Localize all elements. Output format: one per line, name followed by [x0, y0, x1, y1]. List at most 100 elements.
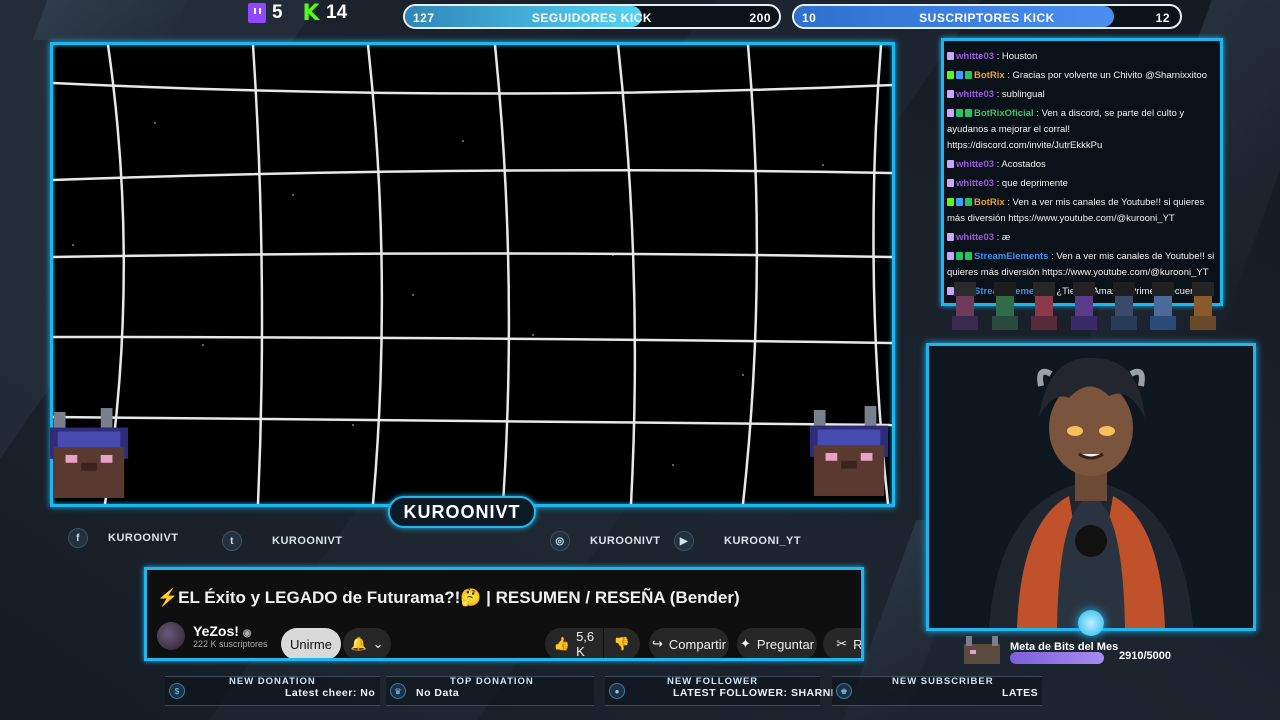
followers-goal-bar: 127 SEGUIDORES KICK 200: [403, 4, 781, 29]
social-handle: KUROONIVT: [590, 535, 661, 547]
subs-goal-target: 12: [1155, 11, 1170, 25]
chat-badge-icon: [947, 71, 954, 80]
bits-goal-value: 2910/5000: [1119, 650, 1171, 662]
chat-badge-icon: [965, 109, 972, 118]
chat-message: whitte03 : Acostados: [947, 157, 1217, 173]
social-youtube: ▶ KUROONI_YT: [674, 531, 801, 551]
chat-username[interactable]: whitte03: [956, 159, 994, 170]
channel-name[interactable]: YeZos! ◉: [193, 623, 268, 639]
new-subscriber-box: ♚ NEW SUBSCRIBER LATES: [832, 676, 1042, 706]
social-instagram: ◎ KUROONIVT: [550, 531, 661, 551]
chat-sprite-row: [945, 280, 1223, 330]
clip-button[interactable]: ✂ Re: [823, 628, 863, 658]
subs-goal-bar: 10 SUSCRIPTORES KICK 12: [792, 4, 1182, 29]
chevron-down-icon: ⌄: [372, 636, 384, 651]
chat-badge-icon: [947, 109, 954, 118]
kick-count: 14: [326, 2, 348, 23]
chat-badge-icon: [965, 198, 972, 207]
verified-icon: ◉: [242, 628, 252, 639]
new-follower-label: NEW FOLLOWER: [667, 676, 759, 687]
vtuber-avatar: [929, 346, 1253, 628]
chat-message: whitte03 : Houston: [947, 49, 1217, 65]
chat-badge-icon: [947, 198, 954, 207]
sprite-character: [1070, 282, 1097, 330]
streamer-name-badge: KUROONIVT: [388, 496, 536, 528]
chat-message: BotRix : Ven a ver mis canales de Youtub…: [947, 195, 1217, 227]
crown-icon: ♚: [836, 683, 852, 699]
subs-goal-label: SUSCRIPTORES KICK: [919, 11, 1055, 25]
chat-message: StreamElements : Ven a ver mis canales d…: [947, 249, 1217, 281]
chat-username[interactable]: whitte03: [956, 89, 994, 100]
bg-facet: [32, 0, 188, 40]
top-donation-label: TOP DONATION: [450, 676, 534, 687]
trophy-icon: ♛: [390, 683, 406, 699]
twitter-icon: t: [222, 531, 242, 551]
bell-icon: 🔔: [350, 636, 367, 651]
sparkle-icon: ✦: [740, 636, 751, 651]
sprite-character: [951, 282, 978, 330]
chat-username[interactable]: whitte03: [956, 232, 994, 243]
like-button[interactable]: 👍 5,6 K: [545, 628, 603, 659]
sprite-character: [991, 282, 1018, 330]
new-donation-value: Latest cheer: No: [285, 687, 376, 699]
sprite-character: [1190, 282, 1217, 330]
chat-text: : Houston: [994, 51, 1038, 62]
sprite-character: [1110, 282, 1137, 330]
social-handle: KUROONIVT: [272, 535, 343, 547]
chat-username[interactable]: BotRixOficial: [974, 108, 1034, 119]
chat-username[interactable]: whitte03: [956, 178, 994, 189]
pixel-mascot-right: [809, 406, 889, 496]
chat-username[interactable]: BotRix: [974, 197, 1005, 208]
chat-badge-icon: [947, 52, 954, 61]
chat-badge-icon: [956, 252, 963, 261]
facebook-icon: f: [68, 528, 88, 548]
sprite-character: [1031, 282, 1058, 330]
chat-badge-icon: [965, 252, 972, 261]
pixel-mascot-left: [49, 408, 129, 498]
join-button[interactable]: Unirme: [281, 628, 341, 658]
chat-message: BotRix : Gracias por volverte un Chivito…: [947, 68, 1217, 84]
dislike-button[interactable]: 👎: [604, 628, 640, 658]
notification-bell-button[interactable]: 🔔 ⌄: [343, 628, 391, 658]
social-handle: KUROONIVT: [108, 532, 179, 544]
chat-badge-icon: [947, 233, 954, 242]
thumbs-down-icon: 👎: [613, 636, 631, 651]
top-donation-box: ♛ TOP DONATION No Data: [386, 676, 594, 706]
channel-avatar[interactable]: [157, 622, 185, 650]
follower-icon: ●: [609, 683, 625, 699]
twitch-viewer-counter: 5: [248, 2, 283, 24]
followers-goal-target: 200: [749, 11, 771, 25]
clip-label: Re: [853, 636, 863, 652]
game-capture-frame: [50, 42, 895, 507]
followers-goal-label: SEGUIDORES KICK: [531, 11, 653, 25]
new-donation-label: NEW DONATION: [229, 676, 316, 687]
new-subscriber-label: NEW SUBSCRIBER: [892, 676, 994, 687]
like-count: 5,6 K: [576, 629, 595, 659]
bits-mascot-icon: [964, 636, 1000, 664]
chat-message: whitte03 : æ: [947, 230, 1217, 246]
instagram-icon: ◎: [550, 531, 570, 551]
chat-message: BotRixOficial : Ven a discord, se parte …: [947, 106, 1217, 154]
chat-badge-icon: [956, 198, 963, 207]
chat-username[interactable]: BotRix: [974, 70, 1005, 81]
chat-message-list: whitte03 : Houston BotRix : Gracias por v…: [947, 49, 1217, 303]
chat-panel: whitte03 : Houston BotRix : Gracias por v…: [941, 38, 1223, 306]
chat-text: : Gracias por volverte un Chivito @Sharn…: [1004, 70, 1207, 81]
new-donation-box: $ NEW DONATION Latest cheer: No: [165, 676, 380, 706]
social-facebook: f KUROONIVT: [68, 528, 179, 548]
top-donation-value: No Data: [416, 687, 460, 699]
vtuber-camera-frame: [926, 343, 1256, 631]
share-button[interactable]: ↪ Compartir: [649, 628, 729, 658]
chat-badge-icon: [947, 160, 954, 169]
ask-button[interactable]: ✦ Preguntar: [737, 628, 817, 658]
new-subscriber-value: LATES: [1002, 687, 1039, 699]
scissors-icon: ✂: [836, 636, 848, 651]
chat-username[interactable]: StreamElements: [974, 251, 1048, 262]
warped-grid-background: [53, 45, 892, 504]
chat-text: : sublingual: [994, 89, 1045, 100]
twitch-count: 5: [272, 2, 283, 23]
ask-label: Preguntar: [756, 636, 814, 652]
sprite-character: [1150, 282, 1177, 330]
chat-username[interactable]: whitte03: [956, 51, 994, 62]
video-title[interactable]: ⚡EL Éxito y LEGADO de Futurama?!🤔 | RESU…: [157, 588, 740, 608]
